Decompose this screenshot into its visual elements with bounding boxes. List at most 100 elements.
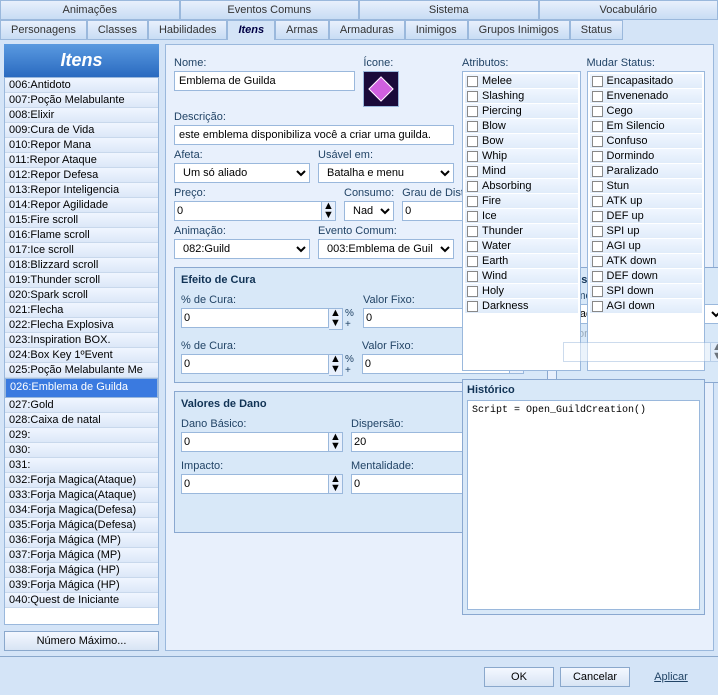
list-item[interactable]: 019:Thunder scroll <box>5 273 158 288</box>
tab-habilidades[interactable]: Habilidades <box>148 20 227 40</box>
check-item[interactable]: Fire <box>465 194 578 208</box>
list-item[interactable]: 038:Forja Mágica (HP) <box>5 563 158 578</box>
check-item[interactable]: Slashing <box>465 89 578 103</box>
check-item[interactable]: Earth <box>465 254 578 268</box>
script-box[interactable]: Script = Open_GuildCreation() <box>467 400 700 610</box>
list-item[interactable]: 021:Flecha <box>5 303 158 318</box>
tab-itens[interactable]: Itens <box>227 20 275 40</box>
check-item[interactable]: DEF down <box>590 269 703 283</box>
list-item[interactable]: 013:Repor Inteligencia <box>5 183 158 198</box>
check-item[interactable]: Em Silencio <box>590 119 703 133</box>
list-item[interactable]: 030: <box>5 443 158 458</box>
attr-list[interactable]: MeleeSlashingPiercingBlowBowWhipMindAbso… <box>462 71 581 371</box>
check-item[interactable]: Darkness <box>465 299 578 313</box>
check-item[interactable]: Whip <box>465 149 578 163</box>
icon-picker[interactable] <box>363 71 399 107</box>
check-item[interactable]: Holy <box>465 284 578 298</box>
check-item[interactable]: AGI down <box>590 299 703 313</box>
list-item[interactable]: 010:Repor Mana <box>5 138 158 153</box>
list-item[interactable]: 039:Forja Mágica (HP) <box>5 578 158 593</box>
check-item[interactable]: Paralizado <box>590 164 703 178</box>
status-list[interactable]: EncapasitadoEnvenenadoCegoEm SilencioCon… <box>587 71 706 371</box>
tab-eventos comuns[interactable]: Eventos Comuns <box>180 0 360 20</box>
cancel-button[interactable]: Cancelar <box>560 667 630 687</box>
tab-sistema[interactable]: Sistema <box>359 0 539 20</box>
nome-input[interactable] <box>174 71 355 91</box>
afeta-select[interactable]: Um só aliado <box>174 163 310 183</box>
list-item[interactable]: 032:Forja Magica(Ataque) <box>5 473 158 488</box>
check-item[interactable]: Mind <box>465 164 578 178</box>
check-item[interactable]: ATK up <box>590 194 703 208</box>
tab-armas[interactable]: Armas <box>275 20 329 40</box>
check-item[interactable]: Bow <box>465 134 578 148</box>
list-item[interactable]: 040:Quest de Iniciante <box>5 593 158 608</box>
desc-input[interactable] <box>174 125 454 145</box>
list-item[interactable]: 008:Elixir <box>5 108 158 123</box>
list-item[interactable]: 029: <box>5 428 158 443</box>
check-item[interactable]: Envenenado <box>590 89 703 103</box>
tab-animações[interactable]: Animações <box>0 0 180 20</box>
check-item[interactable]: Stun <box>590 179 703 193</box>
evento-select[interactable]: 003:Emblema de Guild <box>318 239 454 259</box>
ok-button[interactable]: OK <box>484 667 554 687</box>
cura-pct-hp[interactable]: ▲▼ <box>181 308 343 330</box>
usavel-select[interactable]: Batalha e menu <box>318 163 454 183</box>
list-item[interactable]: 011:Repor Ataque <box>5 153 158 168</box>
list-item[interactable]: 026:Emblema de Guilda <box>5 378 158 398</box>
check-item[interactable]: Blow <box>465 119 578 133</box>
check-item[interactable]: Ice <box>465 209 578 223</box>
check-item[interactable]: SPI up <box>590 224 703 238</box>
anim-select[interactable]: 082:Guild <box>174 239 310 259</box>
check-item[interactable]: Encapasitado <box>590 74 703 88</box>
check-item[interactable]: Thunder <box>465 224 578 238</box>
preco-spinner[interactable]: ▲▼ <box>174 201 336 221</box>
apply-button[interactable]: Aplicar <box>636 667 706 687</box>
list-item[interactable]: 015:Fire scroll <box>5 213 158 228</box>
item-list[interactable]: 006:Antidoto007:Poção Melabulante008:Eli… <box>4 77 159 625</box>
check-item[interactable]: SPI down <box>590 284 703 298</box>
check-item[interactable]: Dormindo <box>590 149 703 163</box>
list-item[interactable]: 022:Flecha Explosiva <box>5 318 158 333</box>
check-item[interactable]: Water <box>465 239 578 253</box>
list-item[interactable]: 035:Forja Mágica(Defesa) <box>5 518 158 533</box>
list-item[interactable]: 016:Flame scroll <box>5 228 158 243</box>
list-item[interactable]: 033:Forja Magica(Ataque) <box>5 488 158 503</box>
tab-armaduras[interactable]: Armaduras <box>329 20 405 40</box>
tab-vocabulário[interactable]: Vocabulário <box>539 0 718 20</box>
tab-personagens[interactable]: Personagens <box>0 20 87 40</box>
dano-basico[interactable]: ▲▼ <box>181 432 343 452</box>
list-item[interactable]: 018:Blizzard scroll <box>5 258 158 273</box>
tab-classes[interactable]: Classes <box>87 20 148 40</box>
list-item[interactable]: 023:Inspiration BOX. <box>5 333 158 348</box>
list-item[interactable]: 027:Gold <box>5 398 158 413</box>
list-item[interactable]: 028:Caixa de natal <box>5 413 158 428</box>
cura-pct-mp[interactable]: ▲▼ <box>181 354 343 376</box>
check-item[interactable]: Melee <box>465 74 578 88</box>
tab-inimigos[interactable]: Inimigos <box>405 20 468 40</box>
check-item[interactable]: Absorbing <box>465 179 578 193</box>
list-item[interactable]: 036:Forja Mágica (MP) <box>5 533 158 548</box>
list-item[interactable]: 012:Repor Defesa <box>5 168 158 183</box>
check-item[interactable]: ATK down <box>590 254 703 268</box>
dano-imp[interactable]: ▲▼ <box>181 474 343 494</box>
tab-status[interactable]: Status <box>570 20 623 40</box>
list-item[interactable]: 007:Poção Melabulante <box>5 93 158 108</box>
tab-grupos inimigos[interactable]: Grupos Inimigos <box>468 20 570 40</box>
list-item[interactable]: 009:Cura de Vida <box>5 123 158 138</box>
max-number-button[interactable]: Número Máximo... <box>4 631 159 651</box>
list-item[interactable]: 020:Spark scroll <box>5 288 158 303</box>
check-item[interactable]: Wind <box>465 269 578 283</box>
list-item[interactable]: 017:Ice scroll <box>5 243 158 258</box>
list-item[interactable]: 014:Repor Agilidade <box>5 198 158 213</box>
check-item[interactable]: DEF up <box>590 209 703 223</box>
check-item[interactable]: Piercing <box>465 104 578 118</box>
list-item[interactable]: 006:Antidoto <box>5 78 158 93</box>
consumo-select[interactable]: Nada <box>344 201 394 221</box>
list-item[interactable]: 031: <box>5 458 158 473</box>
list-item[interactable]: 024:Box Key 1ºEvent <box>5 348 158 363</box>
check-item[interactable]: AGI up <box>590 239 703 253</box>
check-item[interactable]: Confuso <box>590 134 703 148</box>
list-item[interactable]: 025:Poção Melabulante Me <box>5 363 158 378</box>
check-item[interactable]: Cego <box>590 104 703 118</box>
list-item[interactable]: 034:Forja Magica(Defesa) <box>5 503 158 518</box>
